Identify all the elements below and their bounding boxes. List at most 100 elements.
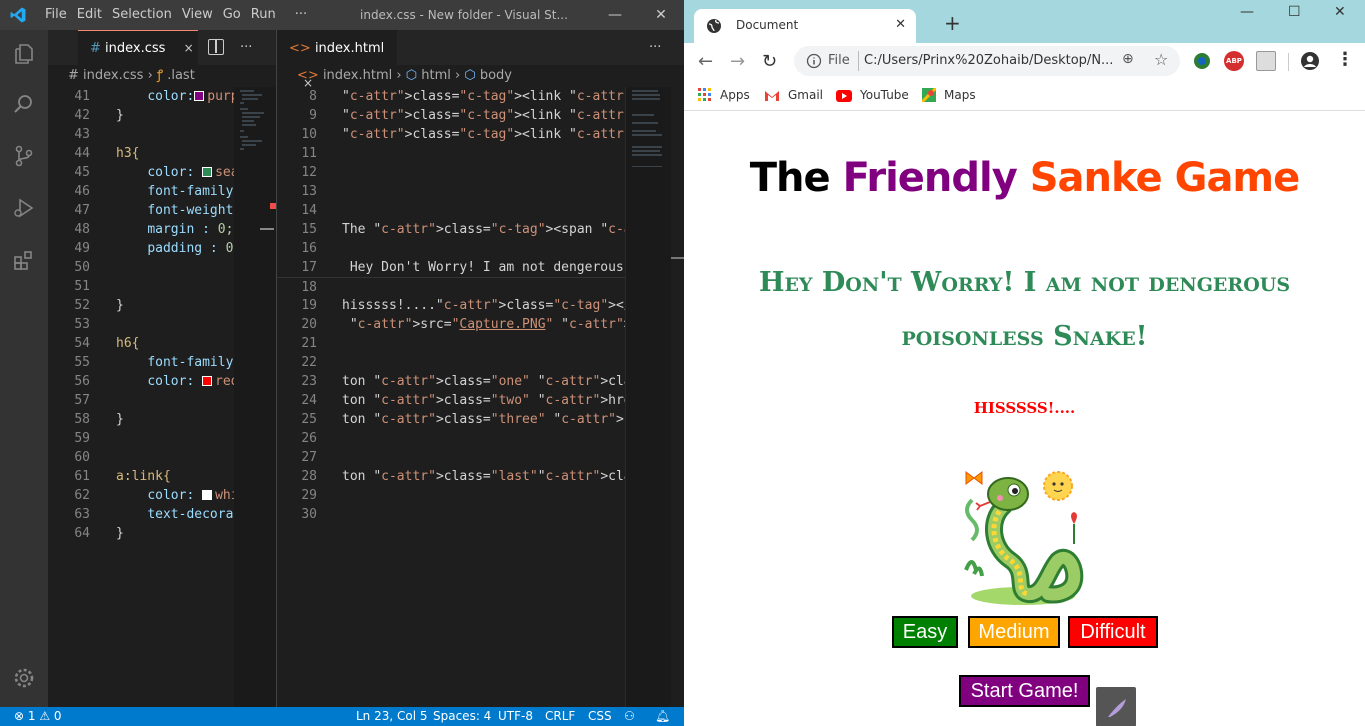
color-swatch[interactable] <box>202 376 213 386</box>
medium-button[interactable]: Medium <box>968 616 1060 648</box>
more-actions-icon[interactable]: ··· <box>649 30 661 65</box>
code-line[interactable]: 23ton "c-attr">class="one" "c-attr">clas… <box>277 372 684 391</box>
bookmark-star-icon[interactable]: ☆ <box>1154 50 1168 69</box>
tab-close-icon[interactable]: ✕ <box>895 17 906 32</box>
toolbar-divider <box>1288 53 1289 71</box>
code-line[interactable]: 28ton "c-attr">class="last""c-attr">clas… <box>277 467 684 486</box>
color-swatch[interactable] <box>194 91 205 101</box>
address-bar[interactable]: File C:/Users/Prinx%20Zohaib/Desktop/N..… <box>794 46 1180 76</box>
error-marker <box>270 203 276 209</box>
code-line[interactable]: 13 <box>277 182 684 201</box>
code-line[interactable]: 9"c-attr">class="c-tag"><link "c-attr">h… <box>277 106 684 125</box>
breadcrumb-file[interactable]: # index.css <box>68 68 143 83</box>
bookmarks-bar: Apps Gmail YouTube Maps <box>684 79 1365 111</box>
feedback-icon[interactable]: ⚇ <box>624 707 635 726</box>
html-code-area[interactable]: 8"c-attr">class="c-tag"><link "c-attr">r… <box>277 87 684 524</box>
breadcrumb-file[interactable]: index.html <box>323 68 392 83</box>
code-line[interactable]: 26 <box>277 429 684 448</box>
extension-puzzle-icon[interactable] <box>1256 51 1276 71</box>
browser-tab-document[interactable]: Document ✕ <box>694 9 916 43</box>
code-line[interactable]: 21 <box>277 334 684 353</box>
start-game-button[interactable]: Start Game! <box>959 675 1090 707</box>
scroll-thumb-css[interactable] <box>260 228 274 230</box>
floating-extension-button[interactable] <box>1096 687 1136 726</box>
menu-selection[interactable]: Selection <box>107 0 177 30</box>
bookmark-youtube[interactable]: YouTube <box>836 86 909 104</box>
maps-icon <box>922 88 936 102</box>
back-button[interactable]: ← <box>698 51 713 72</box>
breadcrumb-html-el[interactable]: html <box>421 68 451 83</box>
encoding-status[interactable]: UTF-8 <box>498 707 533 726</box>
html-file-icon: <> <box>297 68 319 83</box>
color-swatch[interactable] <box>202 490 213 500</box>
code-line[interactable]: 17 Hey Don't Worry! I am not dengerous <box>277 258 684 277</box>
html-minimap[interactable] <box>625 87 671 707</box>
extensions-icon[interactable] <box>12 249 36 273</box>
tab-index-css[interactable]: # index.css × <box>78 30 198 65</box>
menu-file[interactable]: File <box>40 0 72 30</box>
code-line[interactable]: 15The "c-attr">class="c-tag"><span "c-at… <box>277 220 684 239</box>
code-line[interactable]: 20 "c-attr">src="Capture.PNG" "c-attr">w… <box>277 315 684 334</box>
eol-status[interactable]: CRLF <box>545 707 575 726</box>
bookmark-maps[interactable]: Maps <box>922 86 976 104</box>
code-line[interactable]: 30 <box>277 505 684 524</box>
explorer-icon[interactable] <box>12 42 36 66</box>
notifications-bell-icon[interactable]: 🔔︎ <box>655 707 670 726</box>
language-mode[interactable]: CSS <box>588 707 612 726</box>
new-tab-button[interactable]: + <box>944 11 961 35</box>
html-scrollbar[interactable] <box>671 87 684 707</box>
menu-more[interactable]: ··· <box>281 0 312 30</box>
zoom-icon[interactable]: ⊕ <box>1122 51 1134 67</box>
settings-gear-icon[interactable] <box>12 666 36 690</box>
menu-go[interactable]: Go <box>218 0 246 30</box>
code-line[interactable]: 24 ton "c-attr">class="two" "c-attr">href… <box>277 391 684 410</box>
bookmark-gmail[interactable]: Gmail <box>764 86 823 104</box>
color-swatch[interactable] <box>202 167 213 177</box>
code-line[interactable]: 10"c-attr">class="c-tag"><link "c-attr">… <box>277 125 684 144</box>
code-line[interactable]: 27 <box>277 448 684 467</box>
bookmark-apps[interactable]: Apps <box>698 86 750 104</box>
forward-button[interactable]: → <box>730 51 745 72</box>
url-text[interactable]: C:/Users/Prinx%20Zohaib/Desktop/N... <box>864 53 1113 68</box>
code-line[interactable]: 16 <box>277 239 684 258</box>
chrome-menu-icon[interactable]: ⋮ <box>1336 49 1354 70</box>
cursor-position[interactable]: Ln 23, Col 5 <box>356 707 428 726</box>
code-line[interactable]: 29 <box>277 486 684 505</box>
close-window-button[interactable]: ✕ <box>638 0 684 30</box>
minimize-button[interactable]: — <box>1240 4 1254 20</box>
info-icon[interactable] <box>806 53 822 69</box>
code-line[interactable]: 18 <box>277 277 684 296</box>
menu-view[interactable]: View <box>177 0 218 30</box>
scroll-thumb[interactable] <box>671 257 684 259</box>
search-icon[interactable] <box>12 92 36 116</box>
run-debug-icon[interactable] <box>12 196 36 220</box>
source-control-icon[interactable] <box>12 144 36 168</box>
breadcrumb-symbol[interactable]: .last <box>167 68 195 83</box>
split-editor-icon[interactable] <box>208 39 224 55</box>
maximize-button[interactable]: ☐ <box>1288 4 1301 20</box>
indentation-status[interactable]: Spaces: 4 <box>433 707 491 726</box>
close-window-button[interactable]: ✕ <box>1334 4 1346 20</box>
menu-edit[interactable]: Edit <box>72 0 107 30</box>
easy-button[interactable]: Easy <box>892 616 958 648</box>
adblock-plus-icon[interactable]: ABP <box>1224 51 1244 71</box>
more-actions-icon[interactable]: ··· <box>240 30 252 65</box>
code-line[interactable]: 14 <box>277 201 684 220</box>
code-line[interactable]: 12 <box>277 163 684 182</box>
code-line[interactable]: 19hisssss!...."c-attr">class="c-tag"></h… <box>277 296 684 315</box>
line-source: padding : 0; <box>116 239 241 258</box>
profile-avatar-icon[interactable] <box>1300 51 1320 71</box>
code-line[interactable]: 11 <box>277 144 684 163</box>
code-line[interactable]: 8"c-attr">class="c-tag"><link "c-attr">r… <box>277 87 684 106</box>
code-line[interactable]: 25ton "c-attr">class="three" "c-attr">cl… <box>277 410 684 429</box>
extension-globe-icon[interactable] <box>1192 51 1212 71</box>
code-line[interactable]: 22 <box>277 353 684 372</box>
tab-close-icon[interactable]: × <box>184 41 194 55</box>
breadcrumb-body-el[interactable]: body <box>480 68 512 83</box>
reload-button[interactable]: ↻ <box>762 51 777 72</box>
tab-index-html[interactable]: <> index.html × <box>277 30 397 90</box>
difficult-button[interactable]: Difficult <box>1068 616 1158 648</box>
menu-run[interactable]: Run <box>246 0 281 30</box>
problems-status[interactable]: ⊗ 1 ⚠ 0 <box>14 707 62 726</box>
